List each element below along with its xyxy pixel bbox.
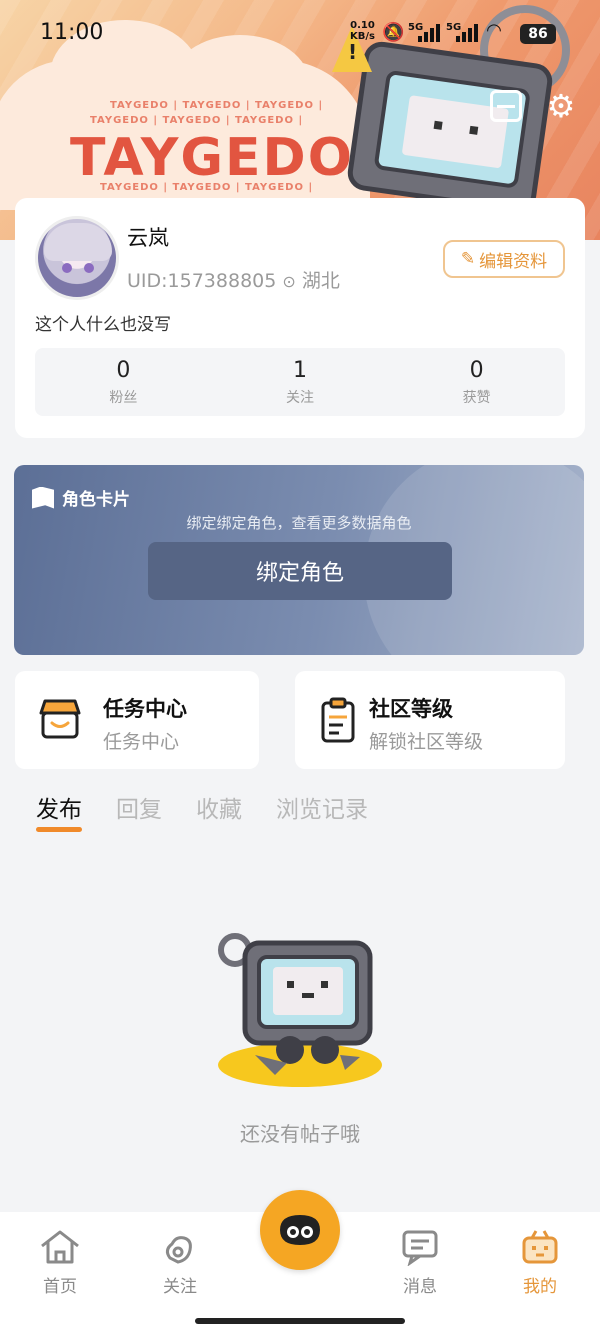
- bind-role-button[interactable]: 绑定角色: [148, 542, 452, 600]
- task-center-subtitle: 任务中心: [103, 731, 180, 753]
- tab-history[interactable]: 浏览记录: [276, 790, 368, 824]
- nav-home[interactable]: 首页: [20, 1228, 100, 1297]
- profile-card: 云岚 UID:157388805 ⊙ 湖北 ✎ 编辑资料 这个人什么也没写 0 …: [15, 198, 585, 438]
- home-icon: [41, 1230, 79, 1264]
- location-icon: ⊙: [282, 272, 296, 291]
- role-card: 角色卡片 绑定绑定角色，查看更多数据角色 绑定角色: [14, 465, 584, 655]
- nav-messages[interactable]: 消息: [380, 1228, 460, 1297]
- center-mascot-button[interactable]: [260, 1190, 340, 1270]
- home-indicator[interactable]: [195, 1318, 405, 1324]
- signal-icon: [418, 24, 440, 42]
- brand-repeat: TAYGEDO | TAYGEDO | TAYGEDO |: [110, 100, 324, 111]
- status-time: 11:00: [40, 20, 104, 45]
- profile-icon: [522, 1230, 558, 1264]
- brand-logo: TAYGEDO: [70, 128, 354, 188]
- brand-repeat: TAYGEDO | TAYGEDO | TAYGEDO |: [100, 182, 314, 193]
- scan-icon[interactable]: [490, 90, 522, 122]
- stat-fans[interactable]: 0 粉丝: [35, 348, 212, 416]
- role-card-title: 角色卡片: [62, 490, 130, 510]
- empty-state-text: 还没有帖子哦: [240, 1122, 360, 1146]
- tv-mascot: [345, 39, 555, 215]
- user-name: 云岚: [127, 226, 169, 250]
- role-card-subtitle: 绑定绑定角色，查看更多数据角色: [186, 514, 412, 532]
- follow-icon: [165, 1236, 192, 1264]
- user-location: 湖北: [301, 270, 340, 292]
- nav-profile[interactable]: 我的: [500, 1228, 580, 1297]
- community-level-title: 社区等级: [369, 697, 453, 721]
- edit-icon: ✎: [460, 249, 476, 269]
- stat-likes[interactable]: 0 获赞: [388, 348, 565, 416]
- message-icon: [402, 1230, 438, 1266]
- content-tabs: 发布 回复 收藏 浏览记录: [36, 790, 368, 832]
- brand-repeat: TAYGEDO | TAYGEDO | TAYGEDO |: [90, 115, 304, 126]
- nav-follow[interactable]: 关注: [140, 1228, 220, 1297]
- empty-mascot-illustration: [218, 933, 382, 1087]
- avatar[interactable]: [35, 216, 119, 300]
- tab-favorites[interactable]: 收藏: [196, 790, 242, 824]
- clipboard-icon: [321, 697, 355, 743]
- gear-icon[interactable]: ⚙: [545, 90, 577, 122]
- user-id: UID:157388805 ⊙ 湖北: [127, 270, 340, 292]
- battery-icon: 86: [520, 24, 556, 44]
- mascot-icon: [280, 1215, 320, 1245]
- tab-replies[interactable]: 回复: [116, 790, 162, 824]
- task-center-title: 任务中心: [103, 697, 187, 721]
- mute-icon: 🔕: [382, 22, 405, 43]
- stats-bar: 0 粉丝 1 关注 0 获赞: [35, 348, 565, 416]
- net-speed: 0.10 KB/s: [350, 20, 375, 42]
- shop-icon: [39, 699, 81, 739]
- wifi-icon: ◠: [487, 20, 501, 41]
- status-bar: 11:00 0.10 KB/s 🔕 5G 5G ◠ 86: [0, 0, 600, 60]
- stat-following[interactable]: 1 关注: [212, 348, 389, 416]
- community-level-subtitle: 解锁社区等级: [369, 731, 484, 753]
- bottom-nav: 首页 关注 消息 我的: [0, 1190, 600, 1335]
- signal-icon: [456, 24, 478, 42]
- community-level-card[interactable]: 社区等级 解锁社区等级: [295, 671, 565, 769]
- tab-posts[interactable]: 发布: [36, 790, 82, 832]
- flag-icon: [32, 486, 54, 509]
- user-bio: 这个人什么也没写: [35, 315, 171, 335]
- task-center-card[interactable]: 任务中心 任务中心: [15, 671, 259, 769]
- edit-profile-button[interactable]: ✎ 编辑资料: [443, 240, 565, 278]
